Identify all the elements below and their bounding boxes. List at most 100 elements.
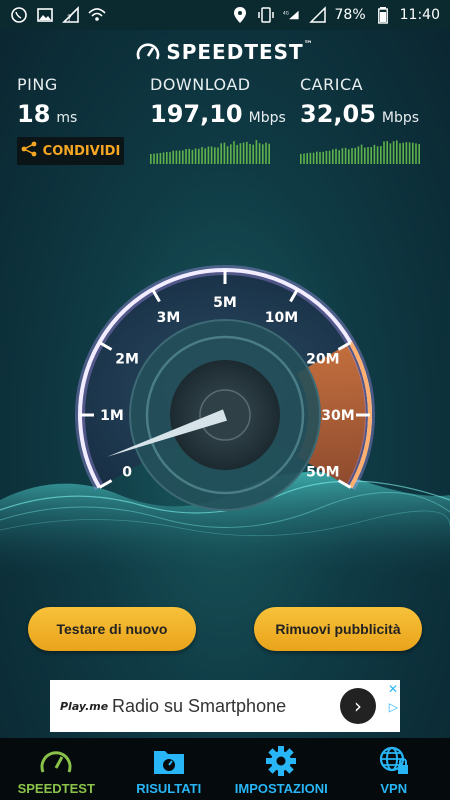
spark-bar xyxy=(376,146,379,164)
spark-bar xyxy=(178,150,181,164)
spark-bar xyxy=(386,141,388,164)
spark-bar xyxy=(220,143,222,164)
spark-bar xyxy=(239,143,242,164)
gauge-label: 30M xyxy=(321,408,354,424)
spark-bar xyxy=(265,142,267,164)
spark-bar xyxy=(166,151,168,164)
spark-bar xyxy=(364,147,366,164)
spark-bar xyxy=(246,141,248,164)
spark-bar xyxy=(249,144,251,164)
gauge-label: 10M xyxy=(265,310,298,326)
remove-ads-button[interactable]: Rimuovi pubblicità xyxy=(254,607,422,651)
spark-bar xyxy=(309,152,312,164)
signal-icon-2 xyxy=(308,6,327,24)
spark-bar xyxy=(399,143,401,164)
spark-bar xyxy=(412,142,414,164)
nav-label: RISULTATI xyxy=(136,781,202,796)
clock: 11:40 xyxy=(399,7,440,23)
spark-bar xyxy=(198,148,200,164)
spark-bar xyxy=(262,144,264,164)
whatsapp-icon xyxy=(10,6,28,24)
spark-bar xyxy=(392,141,395,164)
status-bar: ? 4G 78% 11:40 xyxy=(0,0,450,30)
spark-bar xyxy=(150,154,152,164)
gauge-label: 1M xyxy=(100,408,124,424)
mobile-signal-icon: 4G xyxy=(283,6,301,24)
nav-results[interactable]: RISULTATI xyxy=(113,738,226,800)
spark-bar xyxy=(242,142,245,164)
spark-bar xyxy=(380,146,382,164)
ping-label: PING xyxy=(17,75,58,94)
upload-label: CARICA xyxy=(300,75,364,94)
network-type-text: 4G xyxy=(283,10,289,15)
spark-bar xyxy=(341,148,344,164)
spark-bar xyxy=(300,154,302,164)
adchoices-icon[interactable]: ▷ xyxy=(389,700,398,714)
location-icon xyxy=(231,6,249,24)
ad-banner[interactable]: Play.me Radio su Smartphone › ✕ ▷ xyxy=(50,680,400,732)
nav-label: IMPOSTAZIONI xyxy=(234,781,328,796)
spark-bar xyxy=(252,144,254,164)
gauge-label: 20M xyxy=(306,352,339,368)
ad-brand: Play.me xyxy=(60,699,109,713)
share-icon xyxy=(21,141,37,161)
nav-label: SPEEDTEST xyxy=(17,781,95,796)
spark-bar xyxy=(332,149,334,164)
spark-bar xyxy=(223,142,226,164)
spark-bar xyxy=(338,150,340,164)
spark-bar xyxy=(214,147,216,164)
battery-icon xyxy=(374,6,392,24)
spark-bar xyxy=(405,142,408,164)
upload-value-wrap: 32,05 Mbps xyxy=(300,100,419,128)
svg-text:?: ? xyxy=(67,14,72,24)
close-icon[interactable]: ✕ xyxy=(388,682,398,696)
nav-speedtest[interactable]: SPEEDTEST xyxy=(0,738,113,800)
gauge-label: 0 xyxy=(122,465,132,481)
spark-bar xyxy=(312,152,315,164)
ping-unit: ms xyxy=(56,110,78,126)
spark-bar xyxy=(268,143,270,164)
spark-bar xyxy=(316,151,318,164)
upload-unit: Mbps xyxy=(381,110,420,126)
ad-title: Radio su Smartphone xyxy=(112,695,287,716)
speedometer-icon xyxy=(39,744,73,778)
share-button[interactable]: CONDIVIDI xyxy=(17,137,124,165)
spark-bar xyxy=(325,150,328,164)
spark-bar xyxy=(258,143,261,164)
spark-bar xyxy=(226,146,229,164)
spark-bar xyxy=(204,148,206,164)
bottom-navigation: SPEEDTEST RISULTATI IMPOSTAZIONI VPN xyxy=(0,738,450,800)
spark-bar xyxy=(415,143,417,164)
gauge-label: 5M xyxy=(213,295,237,311)
spark-bar xyxy=(188,148,190,164)
spark-bar xyxy=(354,147,356,164)
speed-gauge: 0 1M 2M 3M 5M 10M 20M 30M 50M xyxy=(75,265,375,511)
spark-bar xyxy=(357,146,360,164)
spark-bar xyxy=(156,153,158,164)
spark-bar xyxy=(172,150,174,164)
spark-bar xyxy=(370,147,372,164)
spark-bar xyxy=(396,140,398,164)
download-value: 197,10 xyxy=(150,100,243,128)
spark-bar xyxy=(389,143,392,164)
gallery-icon xyxy=(36,6,54,24)
spark-bar xyxy=(236,144,238,164)
spark-bar xyxy=(175,150,178,164)
spark-bar xyxy=(322,151,324,164)
spark-bar xyxy=(153,153,155,164)
spark-bar xyxy=(159,152,162,164)
nav-settings[interactable]: IMPOSTAZIONI xyxy=(225,738,338,800)
spark-bar xyxy=(303,153,305,164)
nav-vpn[interactable]: VPN xyxy=(338,738,450,800)
download-label: DOWNLOAD xyxy=(150,75,251,94)
spark-bar xyxy=(319,151,321,164)
app-title: SPEEDTEST xyxy=(166,40,304,64)
spark-bar xyxy=(182,150,184,164)
speedtest-logo-icon xyxy=(136,41,160,68)
retest-button[interactable]: Testare di nuovo xyxy=(28,607,196,651)
spark-bar xyxy=(418,143,420,164)
spark-bar xyxy=(351,148,353,164)
chevron-right-icon[interactable]: › xyxy=(340,688,376,724)
spark-bar xyxy=(185,148,187,164)
signal-unknown-icon: ? xyxy=(62,6,80,24)
